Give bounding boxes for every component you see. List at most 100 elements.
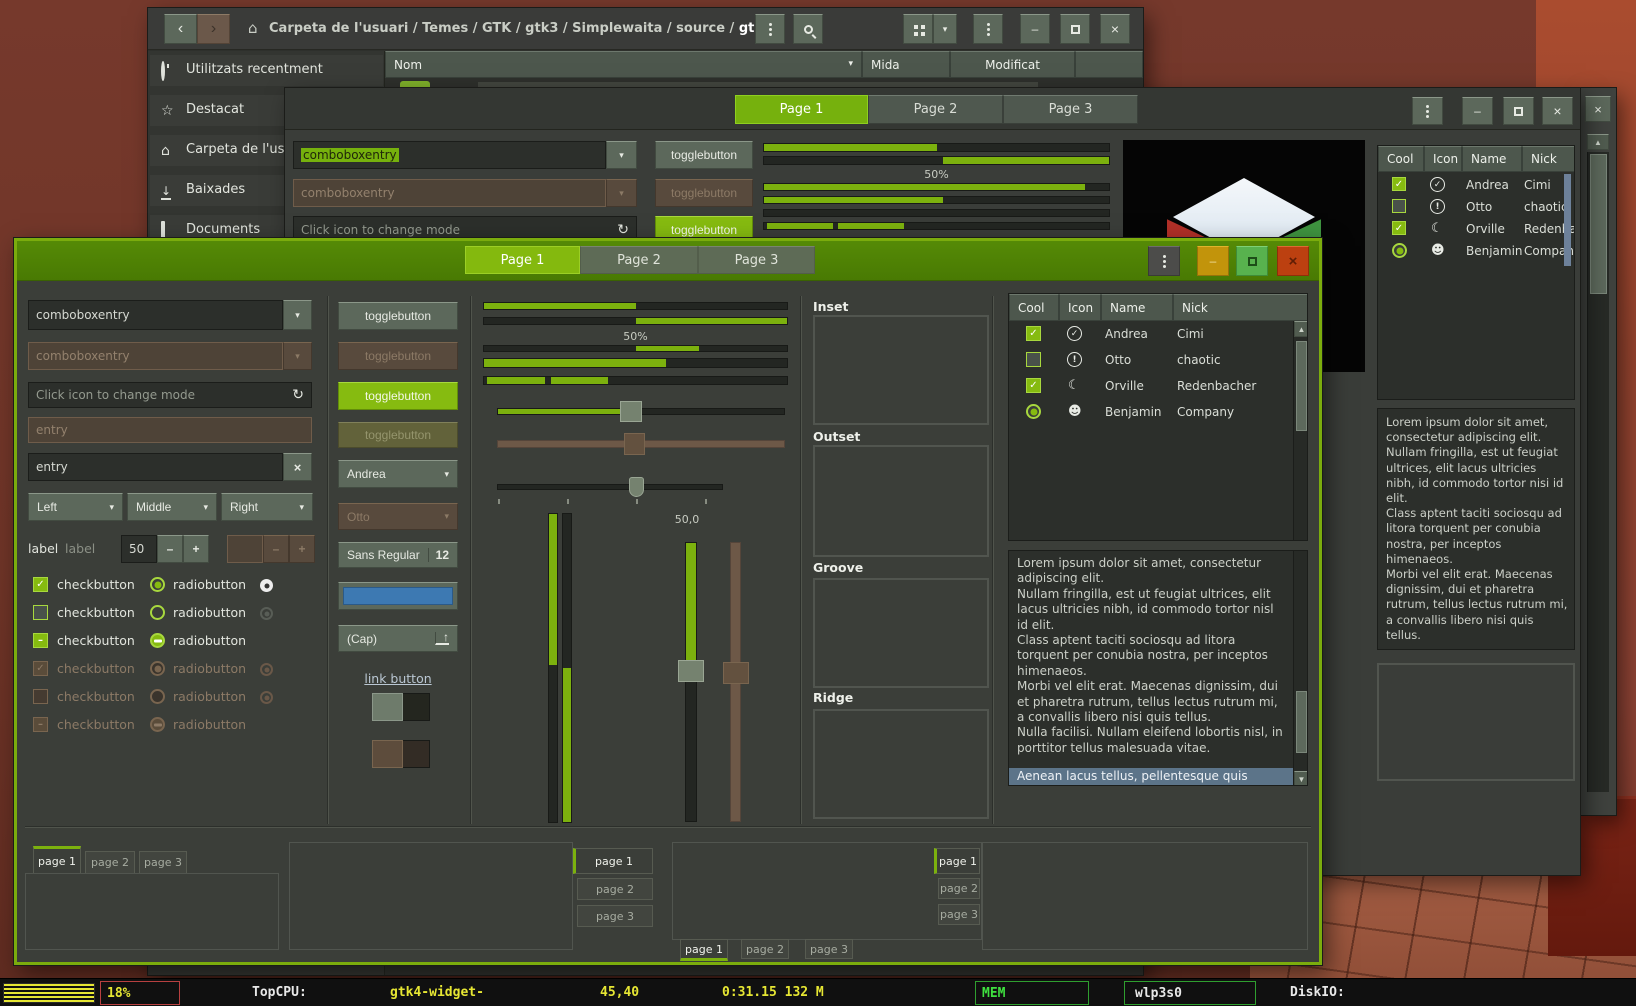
spin-plus-button[interactable]: + [183,535,209,563]
notebook1-tab-page2[interactable]: page 2 [85,851,135,874]
radiobutton-unselected[interactable] [150,605,165,620]
switch-off[interactable] [372,693,430,721]
comboboxentry-dropdown-button[interactable]: ▾ [606,141,637,169]
tree-column-nick[interactable]: Nick [1173,294,1308,321]
combobox-right[interactable]: Right▾ [221,493,313,521]
search-button[interactable] [793,14,823,44]
minimize-button[interactable]: – [1197,246,1229,276]
link-button[interactable]: link button [338,671,458,686]
tree-cell-nick[interactable]: Company [1177,405,1289,419]
treeview[interactable]: Cool Icon Name Nick ✓ ✓ Andrea Cimi ! Ot… [1377,145,1575,400]
scrollbar-thumb[interactable] [1296,691,1307,753]
tree-checkbox[interactable]: ✓ [1392,221,1406,235]
tab-page3[interactable]: Page 3 [1003,95,1138,124]
menu-kebab-button[interactable] [755,14,785,44]
column-header-extra[interactable] [1075,51,1143,78]
scrollbar-thumb[interactable] [1564,174,1571,266]
tree-checkbox[interactable]: ✓ [1026,378,1041,393]
combobox-middle[interactable]: Middle▾ [127,493,217,521]
checkbutton-label[interactable]: checkbutton [57,605,135,620]
tree-cell-name[interactable]: Andrea [1466,178,1522,192]
radio-indicator-dim[interactable] [260,607,273,620]
font-button[interactable]: Sans Regular12 [338,542,458,568]
radiobutton-label[interactable]: radiobutton [173,577,246,592]
cpu-percent-box[interactable]: 18% [100,981,180,1005]
hscale-marks-trough[interactable] [497,484,723,490]
tree-column-cool[interactable]: Cool [1378,146,1424,172]
tree-column-name[interactable]: Name [1462,146,1522,172]
tree-cell-name[interactable]: Orville [1466,222,1522,236]
comboboxentry-input[interactable]: comboboxentry [28,300,283,330]
checkbutton-indeterminate[interactable]: – [33,633,48,648]
textview[interactable]: Lorem ipsum dolor sit amet, consectetur … [1377,408,1575,650]
combobox-left[interactable]: Left▾ [28,493,123,521]
togglebutton[interactable]: togglebutton [338,302,458,330]
close-button[interactable]: × [1277,246,1309,276]
scroll-up-button[interactable]: ▲ [1294,321,1308,337]
tree-column-icon[interactable]: Icon [1059,294,1101,321]
tree-cell-nick[interactable]: Redenbacher [1177,379,1289,393]
vscale-handle[interactable] [678,660,704,682]
tree-cell-nick[interactable]: chaotic [1177,353,1289,367]
sidebar-item-recent[interactable]: Utilitzats recentment [150,55,383,86]
scrollbar[interactable]: ▼ [1293,551,1308,786]
checkbutton-label[interactable]: checkbutton [57,633,135,648]
tree-checkbox[interactable]: ✓ [1392,177,1406,191]
scrollbar[interactable]: ▲ [1293,321,1308,541]
checkbutton-checked[interactable]: ✓ [33,577,48,592]
hscale-marks-handle[interactable] [629,477,644,497]
column-header-size[interactable]: Mida [862,51,950,78]
hscale-handle[interactable] [620,401,642,422]
color-button[interactable] [338,582,458,610]
tree-column-cool[interactable]: Cool [1009,294,1059,321]
hamburger-kebab-button[interactable] [973,14,1003,44]
notebook3-tab-page2[interactable]: page 2 [741,939,789,959]
comboboxentry-input[interactable]: comboboxentry [293,141,606,169]
back-button[interactable]: ‹ [164,14,197,44]
checkbutton-label[interactable]: checkbutton [57,577,135,592]
maximize-button[interactable] [1503,97,1534,125]
notebook1-tab-page3[interactable]: page 3 [139,851,187,874]
notebook4-tab-page3[interactable]: page 3 [938,904,980,925]
combobox-name[interactable]: Andrea▾ [338,460,458,488]
notebook1-tab-page1[interactable]: page 1 [33,846,81,874]
tab-page2[interactable]: Page 2 [580,246,698,274]
tree-checkbox[interactable] [1392,199,1406,213]
tab-page1[interactable]: Page 1 [465,246,580,274]
close-button[interactable]: × [1542,97,1573,125]
notebook2-tab-page2[interactable]: page 2 [577,878,653,900]
tree-cell-name[interactable]: Andrea [1105,327,1171,341]
tree-column-icon[interactable]: Icon [1424,146,1462,172]
close-button[interactable]: × [1100,14,1130,44]
mem-box[interactable]: MEM [975,981,1089,1005]
togglebutton-active[interactable]: togglebutton [338,382,458,410]
minimize-button[interactable]: – [1462,97,1493,125]
tree-cell-name[interactable]: Benjamin [1466,244,1522,258]
radiobutton-label[interactable]: radiobutton [173,605,246,620]
menu-kebab-button[interactable] [1148,246,1180,276]
view-options-button[interactable]: ▾ [933,14,957,44]
scrollbar-thumb[interactable] [1296,341,1307,431]
tree-cell-name[interactable]: Otto [1105,353,1171,367]
notebook4-tab-page1[interactable]: page 1 [934,848,980,874]
vscale-trough[interactable] [685,542,697,822]
entry-clear-button[interactable]: × [283,453,312,481]
forward-button[interactable]: › [197,14,230,44]
tree-radio[interactable] [1026,404,1041,419]
maximize-button[interactable] [1060,14,1090,44]
minimize-button[interactable]: – [1020,14,1050,44]
radio-indicator-on[interactable] [260,579,273,592]
comboboxentry-dropdown-button[interactable]: ▾ [283,300,312,330]
notebook2-tab-page1[interactable]: page 1 [573,848,653,874]
radiobutton-indeterminate[interactable] [150,633,165,648]
radiobutton-selected[interactable] [150,577,165,592]
notebook2-tab-page3[interactable]: page 3 [577,905,653,927]
togglebutton[interactable]: togglebutton [655,141,753,169]
treeview[interactable]: Cool Icon Name Nick ✓ ✓ Andrea Cimi ! Ot… [1008,293,1308,541]
refresh-icon[interactable]: ↻ [617,222,629,238]
scroll-up-button[interactable]: ▲ [1587,134,1609,150]
scroll-down-button[interactable]: ▼ [1294,771,1308,786]
tree-checkbox[interactable]: ✓ [1026,326,1041,341]
column-header-name[interactable]: Nom▾ [385,51,862,78]
notebook4-tab-page2[interactable]: page 2 [938,878,980,899]
